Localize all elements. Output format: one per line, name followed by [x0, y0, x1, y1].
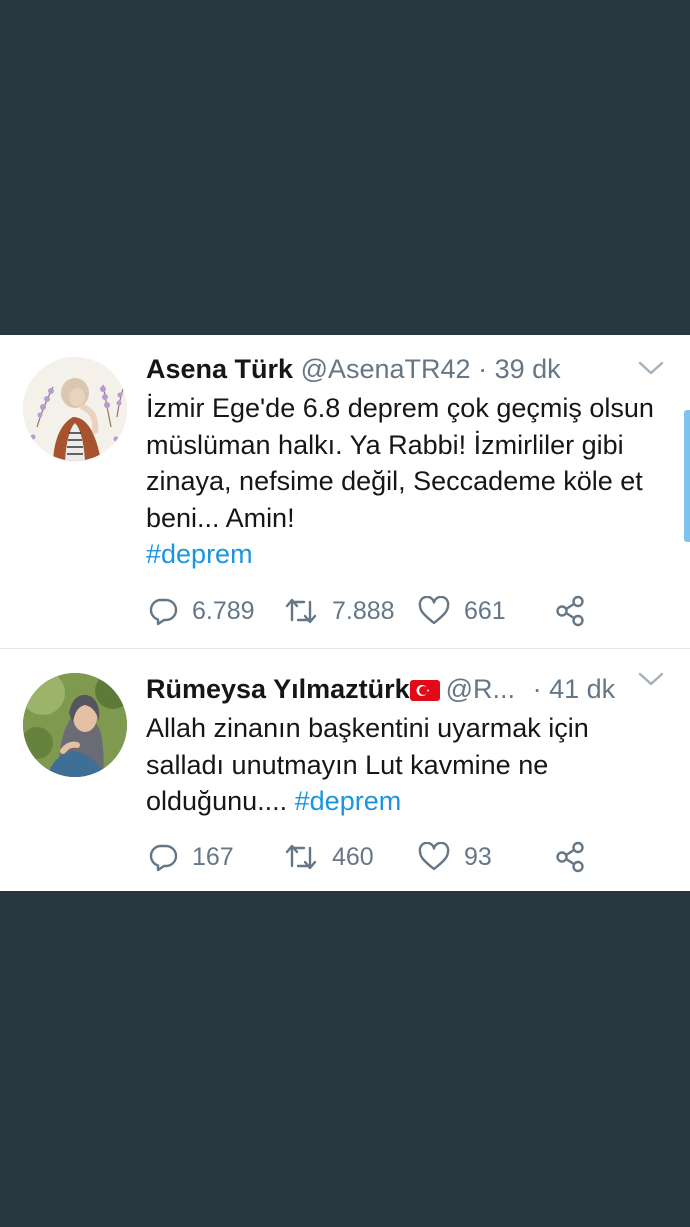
reply-count: 167	[192, 842, 234, 871]
avatar[interactable]	[23, 673, 127, 777]
chevron-down-icon[interactable]	[638, 671, 664, 687]
tweet-header: Asena Türk @AsenaTR42 · 39 dk	[146, 352, 561, 386]
timestamp[interactable]: 41 dk	[549, 674, 615, 704]
handle[interactable]: @AsenaTR42	[301, 354, 471, 384]
share-button[interactable]	[554, 840, 586, 874]
tweet-text-content: İzmir Ege'de 6.8 deprem çok geçmiş olsun…	[146, 393, 654, 533]
reply-button[interactable]: 167	[148, 840, 234, 874]
like-count: 661	[464, 596, 506, 625]
action-bar: 167 460 93	[148, 840, 628, 874]
timestamp[interactable]: 39 dk	[495, 354, 561, 384]
tweet-header: Rümeysa Yılmaztürk @R... · 41 dk	[146, 672, 615, 706]
tweet[interactable]: Asena Türk @AsenaTR42 · 39 dk İzmir Ege'…	[0, 335, 690, 649]
chevron-down-icon[interactable]	[638, 360, 664, 376]
heart-icon	[418, 842, 450, 871]
share-icon	[556, 841, 584, 873]
share-icon	[556, 595, 584, 627]
turkish-flag-icon	[409, 680, 440, 701]
hashtag-link[interactable]: #deprem	[295, 786, 402, 816]
separator: ·	[478, 354, 488, 384]
reply-button[interactable]: 6.789	[148, 594, 255, 628]
handle[interactable]: @R...	[446, 674, 515, 704]
reply-icon	[149, 598, 178, 626]
tweet-text: Allah zinanın başkentini uyarmak için sa…	[146, 710, 666, 820]
retweet-icon	[285, 598, 317, 624]
reply-count: 6.789	[192, 596, 255, 625]
top-dark-area	[0, 0, 690, 335]
avatar[interactable]	[23, 357, 127, 461]
retweet-button[interactable]: 460	[284, 840, 374, 874]
retweet-count: 460	[332, 842, 374, 871]
retweet-count: 7.888	[332, 596, 395, 625]
bottom-dark-area	[0, 891, 690, 1227]
scroll-indicator[interactable]	[684, 410, 690, 542]
heart-icon	[418, 596, 450, 625]
retweet-button[interactable]: 7.888	[284, 594, 395, 628]
display-name[interactable]: Rümeysa Yılmaztürk	[146, 674, 410, 704]
reply-icon	[149, 844, 178, 872]
like-button[interactable]: 93	[418, 840, 492, 874]
tweet-text: İzmir Ege'de 6.8 deprem çok geçmiş olsun…	[146, 390, 666, 573]
like-count: 93	[464, 842, 492, 871]
share-button[interactable]	[554, 594, 586, 628]
action-bar: 6.789 7.888 661	[148, 594, 628, 628]
tweet-feed[interactable]: Asena Türk @AsenaTR42 · 39 dk İzmir Ege'…	[0, 335, 690, 891]
separator: ·	[532, 674, 542, 704]
display-name[interactable]: Asena Türk	[146, 354, 293, 384]
tweet[interactable]: Rümeysa Yılmaztürk @R... · 41 dk Allah zi…	[0, 649, 690, 891]
retweet-icon	[285, 844, 317, 870]
hashtag-link[interactable]: #deprem	[146, 539, 253, 569]
like-button[interactable]: 661	[418, 594, 506, 628]
